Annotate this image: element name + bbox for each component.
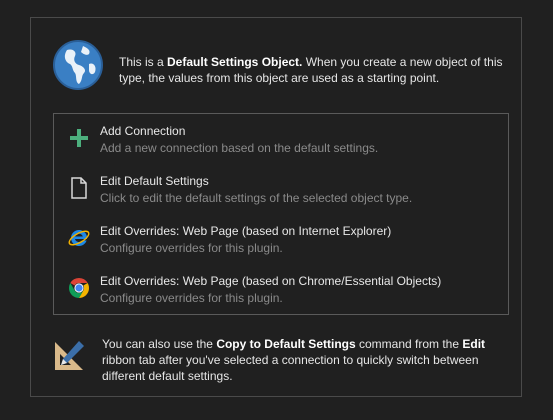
internet-explorer-icon bbox=[68, 229, 90, 246]
edit-default-settings-action[interactable]: Edit Default Settings Click to edit the … bbox=[54, 164, 508, 208]
document-icon bbox=[71, 177, 87, 199]
action-title: Edit Overrides: Web Page (based on Chrom… bbox=[100, 274, 442, 288]
edit-overrides-chrome-action[interactable]: Edit Overrides: Web Page (based on Chrom… bbox=[54, 264, 508, 308]
pen-ruler-icon bbox=[55, 341, 84, 370]
add-connection-action[interactable]: Add Connection Add a new connection base… bbox=[54, 114, 508, 158]
default-settings-panel: This is a Default Settings Object. When … bbox=[30, 17, 522, 397]
action-description: Add a new connection based on the defaul… bbox=[100, 141, 379, 155]
plus-icon bbox=[70, 129, 88, 147]
action-title: Edit Default Settings bbox=[100, 174, 209, 188]
globe-icon bbox=[53, 40, 103, 90]
action-description: Click to edit the default settings of th… bbox=[100, 191, 413, 205]
action-description: Configure overrides for this plugin. bbox=[100, 291, 283, 305]
tip-section: You can also use the Copy to Default Set… bbox=[53, 334, 503, 386]
info-section: This is a Default Settings Object. When … bbox=[53, 40, 503, 92]
chrome-icon bbox=[69, 278, 89, 298]
edit-overrides-ie-action[interactable]: Edit Overrides: Web Page (based on Inter… bbox=[54, 214, 508, 258]
info-description: This is a Default Settings Object. When … bbox=[119, 55, 503, 85]
action-description: Configure overrides for this plugin. bbox=[100, 241, 283, 255]
action-title: Edit Overrides: Web Page (based on Inter… bbox=[100, 224, 392, 238]
tip-description: You can also use the Copy to Default Set… bbox=[102, 337, 486, 383]
action-title: Add Connection bbox=[100, 124, 186, 138]
actions-list: Add Connection Add a new connection base… bbox=[53, 113, 509, 315]
